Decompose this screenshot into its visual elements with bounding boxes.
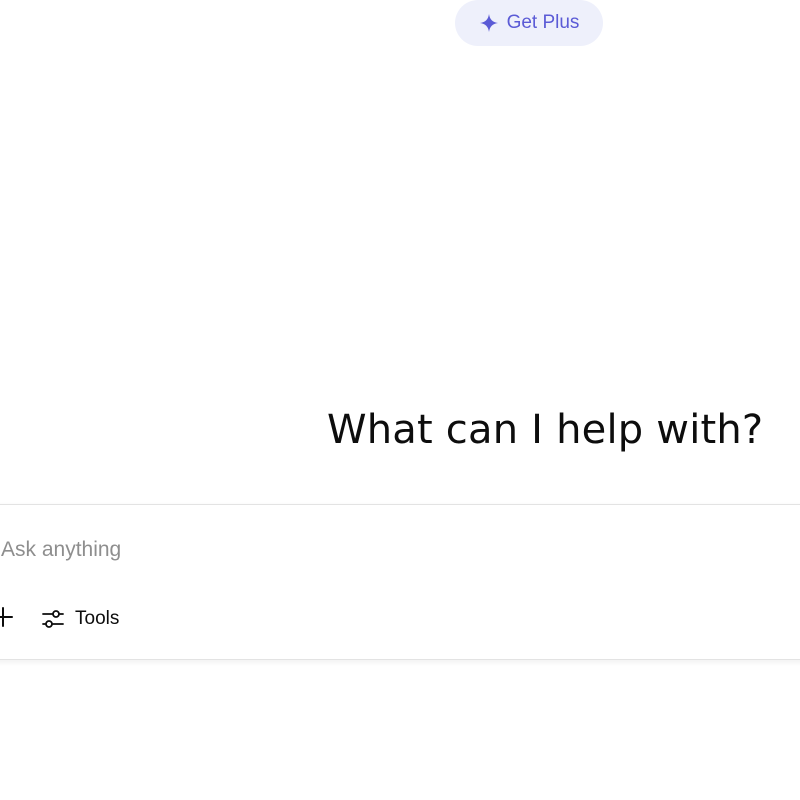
page-title: What can I help with? — [327, 407, 764, 453]
get-plus-button[interactable]: Get Plus — [455, 0, 603, 46]
composer: Tools — [0, 504, 800, 660]
sparkle-icon — [479, 13, 499, 33]
chat-page: Get Plus What can I help with? T — [0, 0, 800, 800]
tools-button[interactable]: Tools — [41, 602, 119, 636]
sliders-icon — [41, 607, 65, 631]
plus-icon — [0, 606, 14, 633]
tools-label: Tools — [75, 608, 120, 629]
add-attachment-button[interactable] — [0, 605, 15, 633]
prompt-input[interactable] — [0, 533, 703, 567]
get-plus-label: Get Plus — [506, 12, 580, 33]
